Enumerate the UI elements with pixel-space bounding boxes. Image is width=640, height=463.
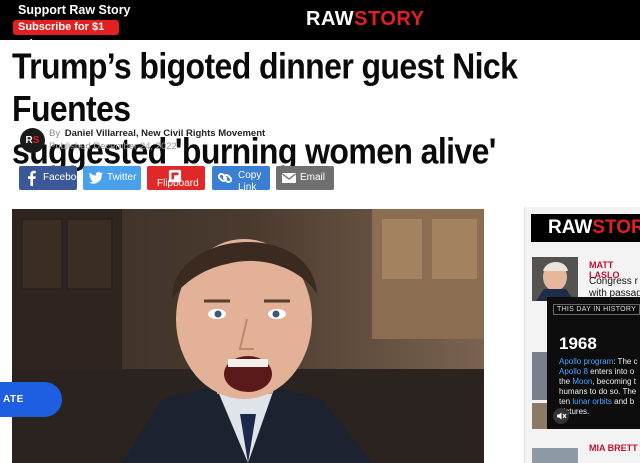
thumbnail-photo (532, 257, 578, 301)
flipboard-share-button[interactable]: Flipboard (147, 166, 205, 190)
history-link-lunar-orbits[interactable]: lunar orbits (572, 397, 612, 406)
avatar-letter-s: S (32, 135, 40, 146)
site-logo[interactable]: RAWSTORY (306, 9, 424, 29)
logo-raw-text: RAW (306, 8, 355, 30)
author-name-link[interactable]: Daniel Villarreal, New Civil Rights Move… (65, 128, 265, 139)
twitter-share-button[interactable]: Twitter (83, 166, 141, 190)
history-year: 1968 (559, 334, 597, 353)
history-text-5: and b (611, 397, 635, 406)
facebook-label: Facebook (43, 172, 77, 183)
twitter-icon (89, 172, 103, 184)
published-date: Published December 24, 2022 (49, 141, 177, 152)
envelope-icon (282, 173, 296, 183)
copy-link-button[interactable]: Copy Link (212, 166, 270, 190)
sidebar-title-line-1: Congress r (589, 276, 638, 287)
history-text-5-pre: ten (559, 397, 573, 406)
avatar-letter-r: R (25, 135, 33, 146)
twitter-label: Twitter (107, 172, 137, 183)
sidebar-logo[interactable]: RAWSTORY (531, 214, 640, 242)
donate-button[interactable]: ATE (0, 382, 62, 417)
email-share-button[interactable]: Email (276, 166, 334, 190)
this-day-in-history-widget[interactable]: THIS DAY IN HISTORY 1968 Apollo program:… (547, 297, 640, 429)
sidebar-logo-story: STORY (592, 217, 640, 238)
article-headline: Trump’s bigoted dinner guest Nick Fuente… (12, 45, 632, 173)
hero-photo (12, 209, 484, 463)
email-label: Email (300, 172, 326, 183)
subscribe-button[interactable]: Subscribe for $1 ⟶ (13, 20, 119, 48)
sidebar-item-thumbnail[interactable] (532, 257, 578, 301)
history-link-apollo-8[interactable]: Apollo 8 (559, 367, 588, 376)
history-text-4: humans to do so. The (559, 387, 637, 396)
facebook-icon (28, 170, 36, 186)
sidebar-item-thumbnail-4[interactable] (532, 448, 578, 463)
support-label[interactable]: Support Raw Story (18, 3, 131, 17)
history-body: Apollo program: The c Apollo 8 enters in… (559, 357, 640, 417)
byline: By Daniel Villarreal, New Civil Rights M… (49, 128, 265, 139)
article-hero-image (12, 209, 484, 463)
top-bar: Support Raw Story Subscribe for $1 ⟶ RAW… (0, 0, 640, 48)
history-text-1: : The c (613, 357, 638, 366)
mute-icon[interactable] (553, 408, 569, 424)
history-text-3: , becoming t (592, 377, 636, 386)
flipboard-label: Flipboard (157, 178, 199, 189)
headline-line-1: Trump’s bigoted dinner guest Nick Fuente… (12, 46, 518, 129)
history-link-moon[interactable]: Moon (572, 377, 592, 386)
history-link-apollo-program[interactable]: Apollo program (559, 357, 613, 366)
facebook-share-button[interactable]: Facebook (19, 166, 77, 190)
sidebar-logo-raw: RAW (548, 217, 593, 238)
history-text-2: enters into o (587, 367, 635, 376)
sidebar-item-author-2[interactable]: MIA BRETT (589, 443, 638, 453)
author-avatar[interactable]: RS (20, 128, 45, 153)
link-icon (217, 172, 233, 184)
copy-link-label: Copy Link (238, 170, 262, 190)
logo-story-text: STORY (354, 8, 425, 30)
byline-prefix: By (49, 128, 61, 139)
history-text-3-pre: the (559, 377, 573, 386)
history-tag: THIS DAY IN HISTORY (553, 304, 640, 315)
